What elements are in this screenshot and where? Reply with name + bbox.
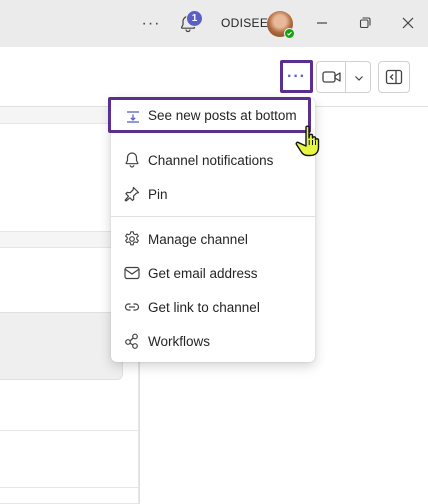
menu-item-channel-notifications[interactable]: Channel notifications <box>111 143 315 177</box>
menu-item-pin[interactable]: Pin <box>111 177 315 211</box>
gear-icon <box>125 231 139 246</box>
divider <box>0 430 139 431</box>
post-attachment[interactable] <box>0 312 123 380</box>
notification-badge: 1 <box>186 10 203 27</box>
menu-item-label: Get email address <box>148 265 258 281</box>
more-options-button[interactable]: ··· <box>280 60 313 93</box>
chevron-down-icon[interactable] <box>352 71 366 85</box>
menu-item-label: Manage channel <box>148 231 248 247</box>
menu-item-label: Pin <box>148 186 168 202</box>
org-name[interactable]: ODISEE <box>221 16 268 30</box>
menu-item-get-email-address[interactable]: Get email address <box>111 256 315 290</box>
menu-item-label: Workflows <box>148 333 211 349</box>
bell-icon <box>125 152 139 168</box>
open-side-panel-button[interactable] <box>378 61 410 93</box>
divider <box>0 487 139 488</box>
menu-item-manage-channel[interactable]: Manage channel <box>111 222 315 256</box>
side-panel-icon <box>385 69 403 85</box>
menu-item-label: Get link to channel <box>148 299 260 315</box>
link-icon <box>124 303 140 311</box>
menu-separator <box>111 216 315 217</box>
email-icon <box>124 266 140 280</box>
menu-item-label: Channel notifications <box>148 152 274 168</box>
workflows-icon <box>125 333 138 349</box>
video-camera-icon[interactable] <box>321 68 343 86</box>
hand-cursor-icon <box>295 125 320 157</box>
settings-and-more-button[interactable]: ··· <box>139 12 163 36</box>
posts-at-bottom-icon <box>127 111 139 123</box>
divider <box>345 62 346 92</box>
pin-icon <box>124 186 140 202</box>
presence-available-icon <box>284 28 295 39</box>
menu-item-label: See new posts at bottom <box>148 107 297 123</box>
close-icon[interactable] <box>398 13 418 33</box>
menu-item-see-new-posts-at-bottom[interactable]: See new posts at bottom <box>108 97 311 133</box>
restore-icon[interactable] <box>355 13 375 33</box>
menu-item-get-link-to-channel[interactable]: Get link to channel <box>111 290 315 324</box>
minimize-icon[interactable] <box>312 13 332 33</box>
menu-item-workflows[interactable]: Workflows <box>111 324 315 358</box>
